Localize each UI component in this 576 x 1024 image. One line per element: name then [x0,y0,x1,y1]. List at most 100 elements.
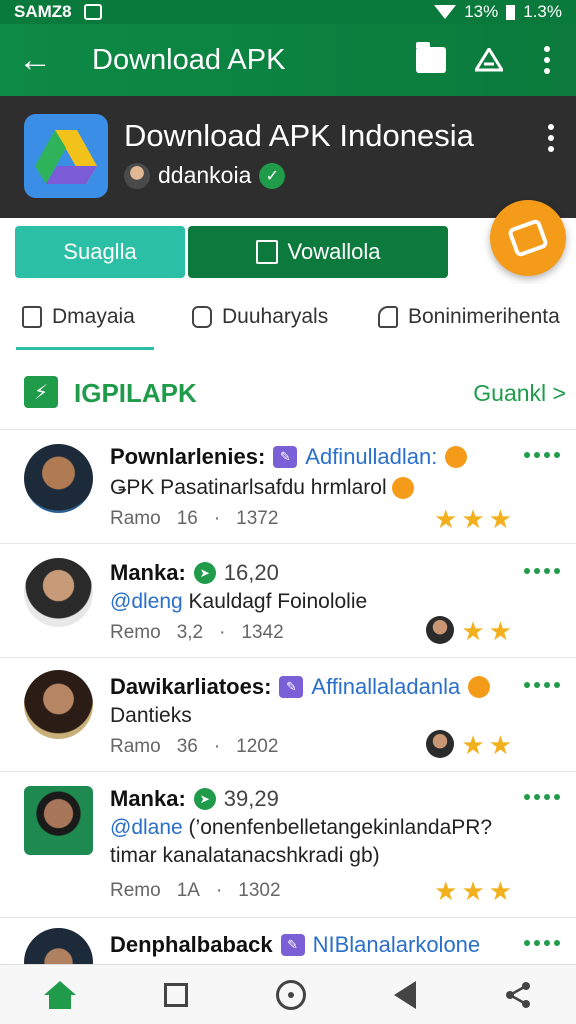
author-name: ddankoia [158,162,252,188]
drive-logo-icon [35,130,97,184]
more-horizontal-icon[interactable] [524,452,560,458]
chat-bubble-icon [192,306,212,328]
meta-date: 1372 [236,508,279,529]
home-circle-icon[interactable] [276,979,306,1010]
overflow-menu-button[interactable] [518,24,576,96]
battery-percent: 13% [464,2,499,21]
floating-action-button[interactable] [490,200,566,276]
tab-bar: Dmayaia Duuharyals Boninimerihenta [0,284,576,350]
status-bar: SAMZ8 13% 1.3% [0,0,576,24]
item-text: Dantieks [110,704,192,728]
user-tag[interactable]: Adfinulladlan: [305,444,437,470]
mention-handle[interactable]: @dlane [110,816,183,839]
verified-icon: ✓ [259,162,286,189]
meta-separator: · [213,508,221,529]
star-icon: ★ [488,616,512,646]
comment-text: ǤPK Pasatinarlsafdu hrmlarol [110,476,387,499]
item-text-line2: timar kanalatanacshkradi gb) [110,844,380,868]
meta-date: 1202 [236,736,279,757]
secondary-action-button[interactable]: Vowallola [188,226,448,278]
user-name: Manka: [110,560,186,585]
pen-icon: ✎ [279,676,304,698]
more-horizontal-icon[interactable] [524,568,560,574]
emoji-icon [392,477,415,500]
item-header: Pownlarlenies: ✎ Adfinulladlan: [110,444,468,470]
list-item[interactable]: Dawikarliatoes: ✎ Affinallaladanla Danti… [0,658,576,772]
list-item[interactable]: Pownlarlenies: ✎ Adfinulladlan: ǤPK Pasa… [0,430,576,544]
back-icon[interactable] [394,980,416,1009]
meta-count: 1A [176,880,200,901]
battery-icon [506,4,516,20]
mention-handle[interactable]: @dleng [110,590,183,613]
share-icon[interactable] [504,981,532,1009]
item-header: Denphalbaback ✎ NIBlanalarkolone [110,932,480,958]
more-horizontal-icon[interactable] [524,794,560,800]
lightning-icon: ⚡ [24,376,58,408]
item-header: Dawikarliatoes: ✎ Affinallaladanla [110,674,491,700]
section-more-link[interactable]: Guankl > [473,380,566,407]
folder-icon [416,42,446,73]
meta-date: 1342 [241,622,284,643]
app-screen: SAMZ8 13% 1.3% ← Download APK Download A… [0,0,576,1024]
tab-duuharyals[interactable]: Duuharyals [170,284,356,350]
more-horizontal-icon[interactable] [524,682,560,688]
item-meta: Remo 3,2 · 1342 [110,622,284,644]
meta-label: Ramo [110,736,161,757]
user-name: Dawikarliatoes: [110,674,272,699]
star-icon: ★ [488,876,512,906]
user-name: Denphalbaback [110,932,273,957]
header-more-button[interactable] [548,124,554,152]
wifi-icon [434,5,457,19]
app-title: Download APK Indonesia [124,118,474,153]
item-meta: Remo 1A · 1302 [110,880,281,902]
back-arrow-icon[interactable]: ← [0,24,70,96]
pen-icon: ✎ [280,934,305,956]
app-bar: ← Download APK [0,24,576,96]
meta-label: Remo [110,622,161,643]
emoji-icon [445,446,468,468]
avatar [24,786,93,855]
avatar [24,558,93,627]
bottom-navigation [0,964,576,1024]
folder-button[interactable] [402,24,460,96]
comment-text-cont: timar kanalatanacshkradi gb) [110,844,380,867]
tablet-icon [506,218,550,258]
meta-separator: · [219,622,226,643]
user-tag[interactable]: NIBlanalarkolone [313,932,481,958]
primary-action-button[interactable]: Suaglla [15,226,185,278]
action-row: Suaglla Vowallola [0,218,576,284]
meta-date: 1302 [238,880,281,901]
forward-arrow-icon [378,306,398,328]
document-icon [255,240,278,264]
tab-dmayaia[interactable]: Dmayaia [0,284,170,350]
author-row[interactable]: ddankoia ✓ [124,162,286,189]
drive-button[interactable] [460,24,518,96]
star-icon: ★ [461,876,485,906]
user-name: Manka: [110,786,186,811]
comment-text: Kauldagf Foinololie [188,590,368,613]
meta-separator: · [213,736,221,757]
tab-label: Boninimerihenta [408,305,560,328]
list-item[interactable]: Manka: ➤ 39,29 @dlane (’onenfenbelletang… [0,772,576,918]
item-text: @dlane (’onenfenbelletangekinlandaPR? [110,816,492,840]
rating-stars: ★ ★ ★ [434,876,512,907]
star-icon: ★ [488,504,512,534]
more-horizontal-icon[interactable] [524,940,560,946]
share-icon: ➤ [193,788,216,810]
avatar [24,444,93,513]
home-icon[interactable] [44,980,76,1009]
reactor-avatar [426,730,454,758]
tab-boninimerihenta[interactable]: Boninimerihenta [356,284,576,350]
avatar [24,670,93,739]
rating-stars: ★ ★ [461,616,512,647]
section-header: ⚡ IGPILAPK Guankl > [0,350,576,430]
list-item[interactable]: Manka: ➤ 16,20 @dleng Kauldagf Foinololi… [0,544,576,658]
carrier-label: SAMZ8 [14,2,72,21]
star-icon: ★ [434,876,458,906]
app-bar-title: Download APK [92,43,286,76]
user-count: 39,29 [223,786,279,811]
app-header-card: Download APK Indonesia ddankoia ✓ [0,96,576,218]
recents-icon[interactable] [164,982,188,1007]
section-title: IGPILAPK [74,378,197,408]
user-tag[interactable]: Affinallaladanla [311,674,460,700]
